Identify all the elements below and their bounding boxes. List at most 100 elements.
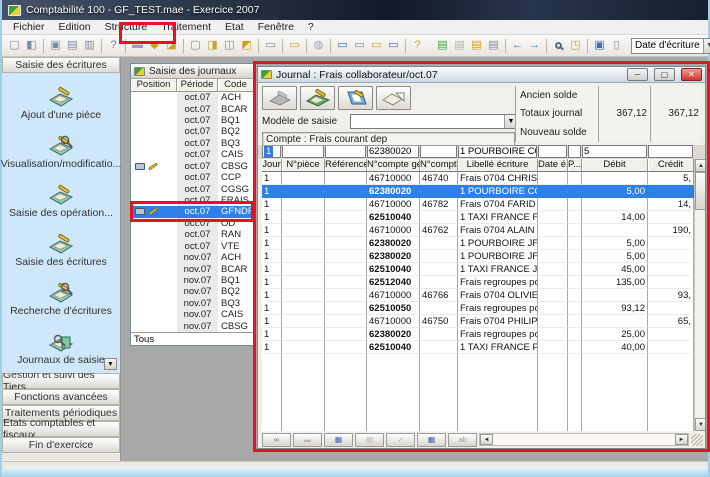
grid-column-header[interactable]: Référence [325, 159, 367, 172]
back-icon[interactable]: ← [509, 37, 526, 54]
print-user-icon[interactable]: ◫ [221, 37, 238, 54]
folder-icon[interactable]: ◪ [163, 37, 180, 54]
sidebar-section-etats-comptables-et-fiscaux[interactable]: Etats comptables et fiscaux [2, 421, 120, 437]
table-row[interactable]: 1625100401 TAXI FRANCE JF...45,00 [262, 263, 694, 276]
journal-send-button[interactable] [376, 86, 411, 110]
grid-abc-button[interactable]: ab [448, 433, 477, 447]
menu-item-traitement[interactable]: Traitement [154, 20, 218, 34]
journal-list-row[interactable]: oct.07VTE [131, 240, 254, 251]
link-pencil-button[interactable]: ∞ [262, 433, 291, 447]
journal-disabled-button[interactable] [262, 86, 297, 110]
exit-icon[interactable]: ◳ [567, 37, 584, 54]
grid-column-header[interactable]: Libellé écriture [458, 159, 538, 172]
edit-field-1[interactable] [282, 145, 324, 158]
journal-list-row[interactable]: oct.07RAN [131, 229, 254, 240]
menu-item-etat[interactable]: Etat [218, 20, 251, 34]
edit-field-0[interactable]: 1 [262, 145, 281, 158]
sidebar-item-saisie-des-op-ration[interactable]: Saisie des opération... [2, 177, 120, 226]
print-list-icon[interactable]: ▭ [351, 37, 368, 54]
close-button[interactable]: ✕ [681, 68, 702, 81]
journal-model-button[interactable] [338, 86, 373, 110]
calendar-disabled-button[interactable]: ▦ [355, 433, 384, 447]
copy-icon[interactable]: ▤ [64, 37, 81, 54]
journal-list-row[interactable]: oct.07GFNDF [131, 206, 254, 217]
table-row[interactable]: 1623800201 POURBOIRE JF...5,00 [262, 237, 694, 250]
table-row[interactable]: 1623800201 POURBOIRE JF...5,00 [262, 250, 694, 263]
document-icon[interactable]: ▢ [187, 37, 204, 54]
grid-column-header[interactable]: N°compte... [420, 159, 458, 172]
sidebar-item-recherche-d-critures[interactable]: Recherche d'écritures [2, 275, 120, 324]
horizontal-scrollbar[interactable]: ◄ ► [479, 433, 689, 446]
menu-item-edition[interactable]: Edition [52, 20, 98, 34]
sidebar-item-saisie-des-critures[interactable]: Saisie des écritures [2, 226, 120, 275]
menu-item-fentre[interactable]: Fenêtre [251, 20, 301, 34]
link-icon[interactable]: ▬ [129, 37, 146, 54]
journal-list-row[interactable]: oct.07BQ1 [131, 115, 254, 126]
help-pointer-icon[interactable]: ? [105, 37, 122, 54]
journal-list-row[interactable]: oct.07CBSG [131, 161, 254, 172]
journals-window-titlebar[interactable]: Saisie des journaux [131, 64, 254, 79]
table-row[interactable]: 162510050Frais regroupes pou...93,12 [262, 302, 694, 315]
table-row[interactable]: 14671000046782Frais 0704 FARID ...14, [262, 198, 694, 211]
column-header-période[interactable]: Période [177, 79, 218, 92]
scroll-down-icon[interactable]: ▼ [695, 418, 705, 431]
sidebar-item-visualisation-modificatio[interactable]: Visualisation/modificatio... [2, 128, 120, 177]
grid-column-header[interactable]: Débit [582, 159, 648, 172]
printer-icon[interactable]: ▭ [262, 37, 279, 54]
journal-entry-button[interactable] [300, 86, 335, 110]
user-icon[interactable]: ◩ [238, 37, 255, 54]
model-combo[interactable]: ▼ [350, 114, 518, 129]
table-row[interactable]: 162512040Frais regroupes pou...135,00 [262, 276, 694, 289]
table-row[interactable]: 14671000046750Frais 0704 PHILIPP...65, [262, 315, 694, 328]
journals-filter-footer[interactable]: Tous [131, 332, 254, 345]
journal-list-row[interactable]: oct.07ACH [131, 92, 254, 103]
edit-field-9[interactable] [648, 145, 693, 158]
menu-item-structure[interactable]: Structure [98, 20, 155, 34]
sidebar-section-gestion-et-suivi-des-tiers[interactable]: Gestion et suivi des Tiers [2, 373, 120, 389]
journal-list-row[interactable]: oct.07CGSG [131, 183, 254, 194]
close-document-icon[interactable]: ◧ [23, 37, 40, 54]
note-disabled-icon[interactable]: ▤ [451, 37, 468, 54]
print-screen-icon[interactable]: ▭ [385, 37, 402, 54]
note-edit-icon[interactable]: ▤ [468, 37, 485, 54]
journal-list-row[interactable]: nov.07CAIS [131, 309, 254, 320]
grid-column-header[interactable]: N°pièce [282, 159, 325, 172]
grid-blue-button[interactable]: ▦ [417, 433, 446, 447]
print-export-icon[interactable]: ▭ [368, 37, 385, 54]
menu-item-?[interactable]: ? [301, 20, 321, 34]
date-filter-combo[interactable]: Date d'écriture ▼ [631, 38, 710, 54]
resize-grip[interactable] [691, 434, 703, 446]
journal-list-row[interactable]: oct.07CCP [131, 172, 254, 183]
journal-list-row[interactable]: nov.07BQ2 [131, 286, 254, 297]
journal-list-row[interactable]: nov.07CBSG [131, 320, 254, 331]
edit-field-5[interactable]: 1 POURBOIRE CCG ( [458, 145, 537, 158]
scroll-left-icon[interactable]: ◄ [480, 434, 493, 445]
minimize-button[interactable]: ─ [627, 68, 648, 81]
printer-accent-icon[interactable]: ▭ [286, 37, 303, 54]
calculator-icon[interactable]: ▯ [608, 37, 625, 54]
help-icon[interactable]: ? [409, 37, 426, 54]
table-row[interactable]: 14671000046762Frais 0704 ALAIN ...190, [262, 224, 694, 237]
table-row[interactable]: 14671000046766Frais 0704 OLIVIE...93, [262, 289, 694, 302]
chevron-down-icon[interactable]: ▼ [703, 39, 710, 53]
note-go-icon[interactable]: ▤ [485, 37, 502, 54]
sidebar-header[interactable]: Saisie des écritures [2, 57, 120, 73]
cut-icon[interactable]: ▣ [47, 37, 64, 54]
edit-field-8[interactable]: 5 [582, 145, 647, 158]
search-grid-button[interactable]: ▦ [324, 433, 353, 447]
grid-column-header[interactable]: Crédit [648, 159, 694, 172]
journal-list-row[interactable]: oct.07CAIS [131, 149, 254, 160]
grid-column-header[interactable]: Date é... [538, 159, 568, 172]
sidebar-item-journaux-de-saisie[interactable]: Journaux de saisie [2, 324, 120, 373]
edit-field-4[interactable] [420, 145, 457, 158]
note-add-icon[interactable]: ▤ [434, 37, 451, 54]
table-row[interactable]: 1623800201 POURBOIRE CC...5,00 [262, 185, 694, 198]
sidebar-section-fin-d-exercice[interactable]: Fin d'exercice [2, 437, 120, 453]
journal-list-row[interactable]: oct.07BCAR [131, 103, 254, 114]
write-disabled-button[interactable]: ▬ [293, 433, 322, 447]
search-icon[interactable] [550, 37, 567, 54]
vertical-scrollbar[interactable]: ▲ ▼ [694, 159, 705, 431]
folder-up-icon[interactable]: ◆ [146, 37, 163, 54]
scroll-right-icon[interactable]: ► [675, 434, 688, 445]
table-row[interactable]: 1625100401 TAXI FRANCE FI...14,00 [262, 211, 694, 224]
